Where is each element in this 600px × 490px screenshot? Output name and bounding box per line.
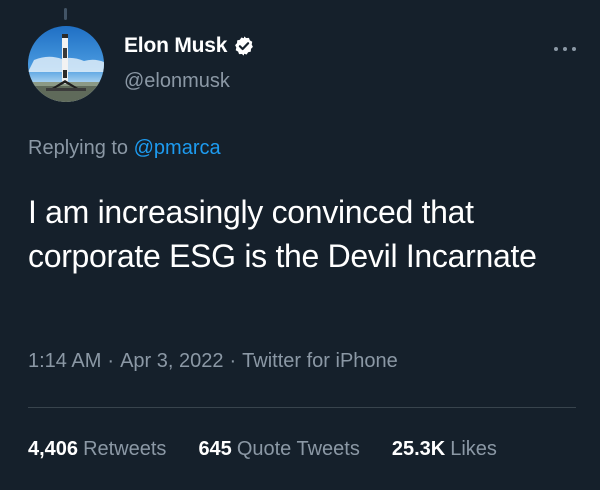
likes-count: 25.3K bbox=[391, 438, 446, 460]
retweets-count: 4,406 bbox=[28, 438, 79, 460]
quote-tweets-stat[interactable]: 645 Quote Tweets bbox=[198, 438, 359, 461]
retweets-stat[interactable]: 4,406 Retweets bbox=[28, 438, 166, 461]
replying-to-prefix: Replying to bbox=[28, 137, 129, 159]
meta-separator: · bbox=[229, 350, 237, 372]
tweet-metadata: 1:14 AM · Apr 3, 2022 · Twitter for iPhone bbox=[28, 350, 398, 373]
tweet-card: Elon Musk @elonmusk Replying to @pmarca … bbox=[0, 0, 600, 490]
quote-tweets-count: 645 bbox=[198, 438, 232, 460]
thread-connector-line bbox=[64, 8, 67, 20]
tweet-text: I am increasingly convinced that corpora… bbox=[28, 194, 537, 274]
author-handle[interactable]: @elonmusk bbox=[124, 70, 230, 93]
replying-to-line: Replying to @pmarca bbox=[28, 137, 221, 160]
tweet-date[interactable]: Apr 3, 2022 bbox=[120, 350, 223, 372]
likes-label: Likes bbox=[450, 438, 497, 460]
more-options-icon[interactable] bbox=[554, 44, 582, 54]
retweets-label: Retweets bbox=[83, 438, 167, 460]
tweet-time[interactable]: 1:14 AM bbox=[28, 350, 101, 372]
verified-badge-icon bbox=[233, 35, 255, 57]
tweet-source[interactable]: Twitter for iPhone bbox=[242, 350, 398, 372]
avatar-rocket-image bbox=[28, 26, 104, 102]
quote-tweets-label: Quote Tweets bbox=[236, 438, 360, 460]
likes-stat[interactable]: 25.3K Likes bbox=[392, 438, 497, 461]
author-name[interactable]: Elon Musk bbox=[124, 34, 227, 58]
reply-mention-link[interactable]: @pmarca bbox=[134, 137, 221, 159]
engagement-stats: 4,406 Retweets 645 Quote Tweets 25.3K Likes bbox=[28, 438, 497, 461]
meta-separator: · bbox=[107, 350, 115, 372]
author-name-row: Elon Musk bbox=[124, 34, 255, 58]
divider bbox=[28, 407, 576, 408]
avatar[interactable] bbox=[28, 26, 104, 102]
